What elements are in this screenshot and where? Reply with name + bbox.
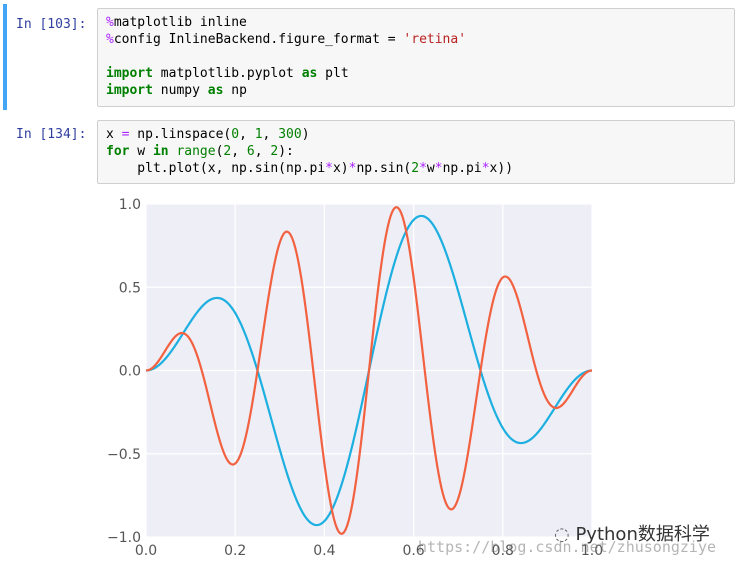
code-token: for bbox=[106, 144, 130, 159]
code-token: 300 bbox=[278, 127, 302, 142]
code-token: 0 bbox=[231, 127, 240, 142]
code-token: plt bbox=[317, 66, 349, 81]
code-token: , bbox=[239, 127, 255, 142]
code-token: ): bbox=[278, 144, 294, 159]
code-token: % bbox=[106, 15, 114, 30]
code-cell-103[interactable]: In [103]: %matplotlib inline %config Inli… bbox=[0, 0, 744, 112]
x-tick-label: 0.4 bbox=[313, 543, 335, 558]
code-text: x = np.linspace(0, 1, 300) for w in range… bbox=[106, 126, 513, 177]
y-tick-label: 0.0 bbox=[119, 364, 141, 380]
code-text: %matplotlib inline %config InlineBackend.… bbox=[106, 14, 466, 99]
code-token: import bbox=[106, 83, 153, 98]
code-token: x) bbox=[332, 161, 349, 176]
code-token: * bbox=[325, 161, 333, 176]
code-token: x)) bbox=[489, 161, 514, 176]
code-token: matplotlib.pyplot bbox=[152, 66, 302, 81]
cell-prompt: In [134]: bbox=[16, 127, 87, 142]
code-line: %matplotlib inline bbox=[106, 14, 466, 31]
code-token: import bbox=[106, 66, 153, 81]
code-token: np bbox=[223, 83, 247, 98]
code-token: 2 bbox=[411, 161, 420, 176]
code-token: 6 bbox=[246, 144, 255, 159]
code-token: as bbox=[301, 66, 318, 81]
code-token: % bbox=[106, 32, 114, 47]
y-tick-label: −0.5 bbox=[107, 447, 141, 463]
code-token: * bbox=[434, 161, 443, 176]
code-token: in bbox=[152, 144, 169, 159]
code-token: plt.plot(x, np.sin(np.pi bbox=[106, 161, 326, 176]
code-line: import numpy as np bbox=[106, 82, 466, 99]
code-token: , bbox=[231, 144, 247, 159]
x-tick-label: 0.2 bbox=[224, 543, 246, 558]
code-line: for w in range(2, 6, 2): bbox=[106, 143, 513, 160]
code-token: * bbox=[419, 161, 427, 176]
code-token: * bbox=[481, 161, 490, 176]
code-token: matplotlib inline bbox=[113, 15, 247, 30]
y-tick-label: 1.0 bbox=[119, 197, 141, 213]
code-token: , bbox=[254, 144, 271, 159]
code-token: , bbox=[262, 127, 279, 142]
code-token: as bbox=[207, 83, 224, 98]
cell-prompt: In [103]: bbox=[16, 17, 87, 32]
code-token: config InlineBackend.figure_format = bbox=[113, 32, 404, 47]
code-line: plt.plot(x, np.sin(np.pi*x)*np.sin(2*w*n… bbox=[106, 160, 513, 177]
code-token: 'retina' bbox=[403, 32, 467, 47]
code-token: w bbox=[426, 161, 435, 176]
code-line: import matplotlib.pyplot as plt bbox=[106, 65, 466, 82]
code-token: 1 bbox=[254, 127, 263, 142]
code-token: np.sin( bbox=[356, 161, 412, 176]
code-token: w bbox=[129, 144, 153, 159]
code-token: numpy bbox=[152, 83, 208, 98]
code-line: x = np.linspace(0, 1, 300) bbox=[106, 126, 513, 143]
code-input[interactable]: %matplotlib inline %config InlineBackend.… bbox=[97, 8, 735, 107]
y-tick-label: −1.0 bbox=[107, 530, 141, 546]
code-token: x bbox=[106, 127, 122, 142]
watermark-url: https://blog.csdn.net/zhusongziye bbox=[418, 538, 717, 556]
code-cell-134[interactable]: In [134]: x = np.linspace(0, 1, 300) for … bbox=[0, 118, 744, 188]
line-chart: 0.0 0.2 0.4 0.6 0.8 1.01.00.50.0−0.5−1.0 bbox=[107, 197, 603, 558]
cell-selection-bar bbox=[3, 4, 7, 110]
code-input[interactable]: x = np.linspace(0, 1, 300) for w in range… bbox=[97, 120, 735, 184]
code-token: range bbox=[176, 144, 216, 159]
plot-area: 0.0 0.2 0.4 0.6 0.8 1.01.00.50.0−0.5−1.0 bbox=[107, 197, 603, 558]
code-line: %config InlineBackend.figure_format = 'r… bbox=[106, 31, 466, 48]
code-token: ) bbox=[301, 127, 310, 142]
code-token: np.linspace( bbox=[129, 127, 232, 142]
code-token: np.pi bbox=[442, 161, 482, 176]
y-tick-label: 0.5 bbox=[119, 280, 141, 296]
